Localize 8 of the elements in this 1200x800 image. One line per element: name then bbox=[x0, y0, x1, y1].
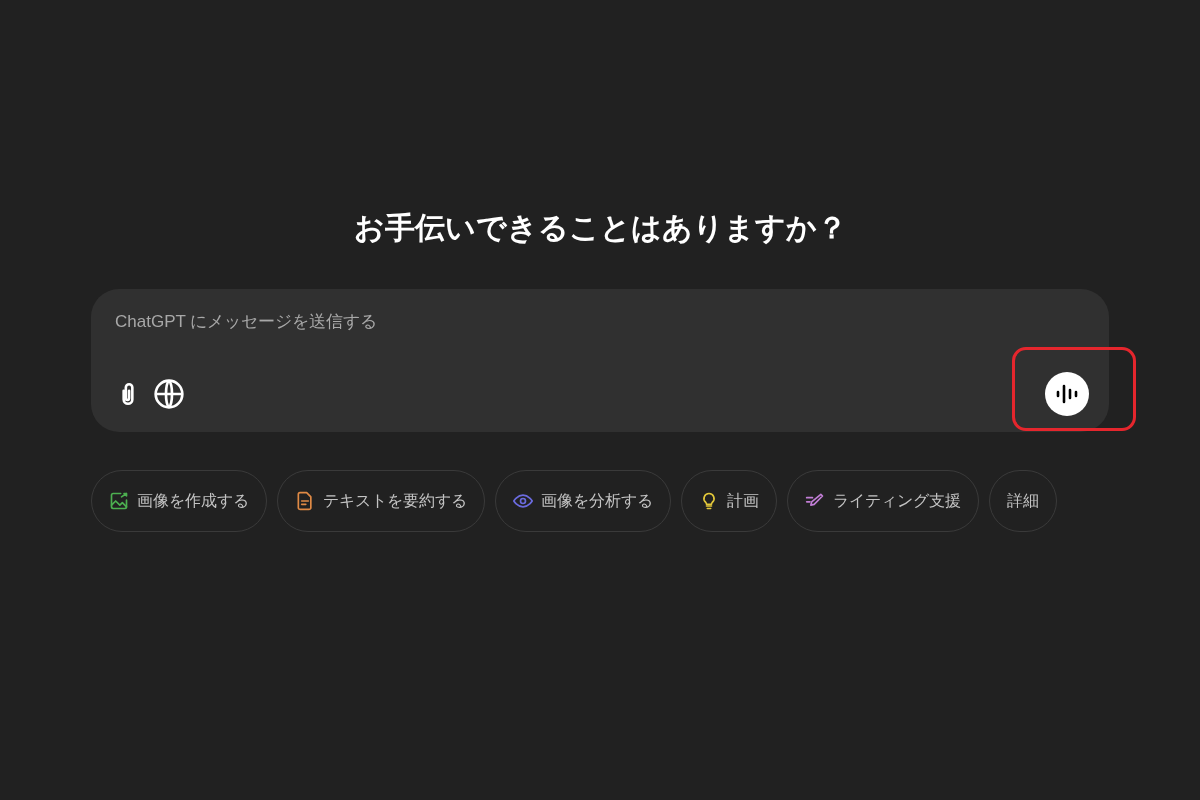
voice-button[interactable] bbox=[1045, 372, 1089, 416]
heading: お手伝いできることはありますか？ bbox=[353, 210, 847, 246]
eye-icon bbox=[513, 491, 533, 511]
message-input[interactable]: ChatGPT にメッセージを送信する bbox=[115, 309, 1085, 335]
waveform-icon bbox=[1055, 384, 1079, 404]
image-icon bbox=[109, 491, 129, 511]
globe-icon[interactable] bbox=[153, 378, 185, 410]
document-icon bbox=[295, 491, 315, 511]
